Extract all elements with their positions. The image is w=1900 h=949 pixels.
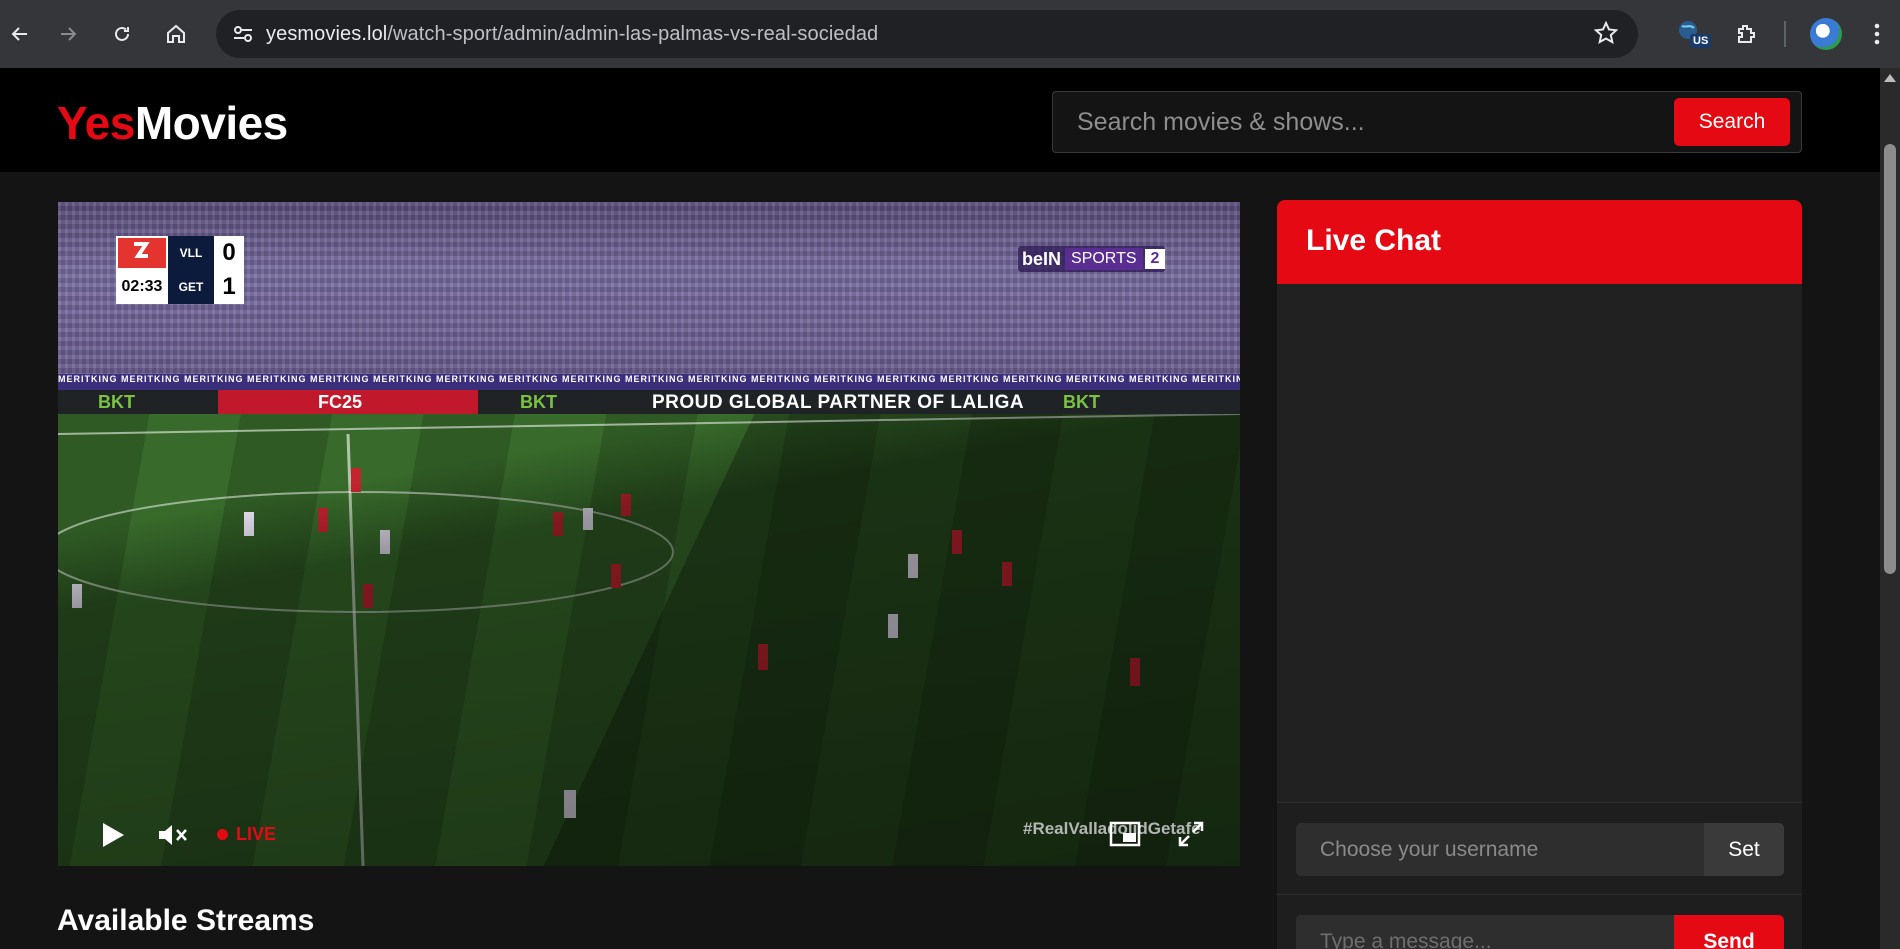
- vpn-badge: US: [1690, 34, 1712, 48]
- video-player[interactable]: MERITKING MERITKING MERITKING MERITKING …: [58, 202, 1240, 866]
- extensions-area: US: [1668, 0, 1900, 68]
- reload-icon[interactable]: [102, 14, 142, 54]
- search-input[interactable]: [1055, 94, 1665, 150]
- extensions-puzzle-icon[interactable]: [1726, 14, 1766, 54]
- address-bar[interactable]: yesmovies.lol/watch-sport/admin/admin-la…: [216, 10, 1638, 58]
- mute-icon[interactable]: [154, 816, 192, 854]
- board-sponsor: BKT: [98, 392, 135, 412]
- set-username-button[interactable]: Set: [1704, 823, 1784, 876]
- video-adboard: BKT FC25 BKT PROUD GLOBAL PARTNER OF LAL…: [58, 390, 1240, 414]
- channel-number: 2: [1144, 249, 1166, 269]
- live-indicator: LIVE: [217, 824, 276, 845]
- profile-avatar[interactable]: [1810, 18, 1842, 50]
- board-game: FC25: [318, 392, 363, 412]
- team-away: GET: [168, 270, 214, 304]
- picture-in-picture-icon[interactable]: [1106, 816, 1144, 852]
- logo-yes: Yes: [57, 97, 135, 149]
- channel-brand: beIN: [1022, 248, 1062, 269]
- score-away: 1: [214, 270, 244, 304]
- url-host: yesmovies.lol: [266, 22, 388, 45]
- scrollbar-thumb[interactable]: [1884, 144, 1896, 574]
- board-partner-text: PROUD GLOBAL PARTNER OF LALIGA: [652, 392, 1025, 413]
- site-settings-icon[interactable]: [220, 24, 266, 44]
- page-content: YesMovies Search MERITKING MERITKING MER…: [0, 68, 1880, 949]
- search-form: Search: [1052, 91, 1802, 153]
- forward-icon[interactable]: [48, 14, 88, 54]
- chat-username-form: Set: [1277, 802, 1802, 894]
- board-ea: FC25: [218, 390, 478, 414]
- page-scrollbar[interactable]: [1880, 68, 1900, 949]
- message-input[interactable]: [1296, 915, 1674, 949]
- url-text: yesmovies.lol/watch-sport/admin/admin-la…: [266, 23, 878, 46]
- search-button[interactable]: Search: [1674, 98, 1790, 146]
- board-sponsor-2: BKT: [520, 392, 557, 412]
- pitch-shadow: [58, 414, 1240, 866]
- back-icon[interactable]: [0, 14, 40, 54]
- match-clock: 02:33: [116, 270, 168, 304]
- streams-heading: Available Streams: [57, 904, 315, 937]
- video-adboard-top: MERITKING MERITKING MERITKING MERITKING …: [58, 374, 1240, 390]
- browser-toolbar: yesmovies.lol/watch-sport/admin/admin-la…: [0, 0, 1900, 68]
- live-dot: [217, 829, 228, 840]
- scorebug: 02:33 VLL GET 0 1: [116, 236, 244, 306]
- chat-messages[interactable]: [1277, 284, 1802, 802]
- channel-logo: beIN SPORTS 2: [1018, 246, 1166, 272]
- chat-title: Live Chat: [1306, 224, 1442, 257]
- vpn-extension-icon[interactable]: US: [1668, 14, 1714, 54]
- chat-message-form: Send: [1277, 894, 1802, 949]
- username-input[interactable]: [1296, 823, 1704, 876]
- site-logo[interactable]: YesMovies: [57, 96, 288, 150]
- site-header: YesMovies Search: [0, 68, 1880, 172]
- send-button[interactable]: Send: [1674, 915, 1784, 949]
- bookmark-star-icon[interactable]: [1593, 20, 1619, 50]
- channel-sports: SPORTS: [1065, 248, 1143, 270]
- home-icon[interactable]: [156, 14, 196, 54]
- live-label: LIVE: [236, 824, 277, 844]
- board-sponsor-3: BKT: [1063, 392, 1100, 412]
- league-logo-icon: [116, 236, 168, 270]
- fullscreen-icon[interactable]: [1172, 816, 1210, 852]
- live-chat-panel: Live Chat Set Send: [1277, 200, 1802, 949]
- scroll-up-icon[interactable]: [1884, 74, 1896, 82]
- logo-movies: Movies: [134, 97, 288, 149]
- play-icon[interactable]: [94, 816, 132, 854]
- menu-kebab-icon[interactable]: [1862, 14, 1892, 54]
- chat-header: Live Chat: [1277, 200, 1802, 284]
- url-path: /watch-sport/admin/admin-las-palmas-vs-r…: [387, 22, 879, 45]
- score-home: 0: [214, 236, 244, 270]
- team-home: VLL: [168, 236, 214, 270]
- toolbar-divider: [1784, 21, 1786, 47]
- video-controls: LIVE: [58, 802, 1240, 866]
